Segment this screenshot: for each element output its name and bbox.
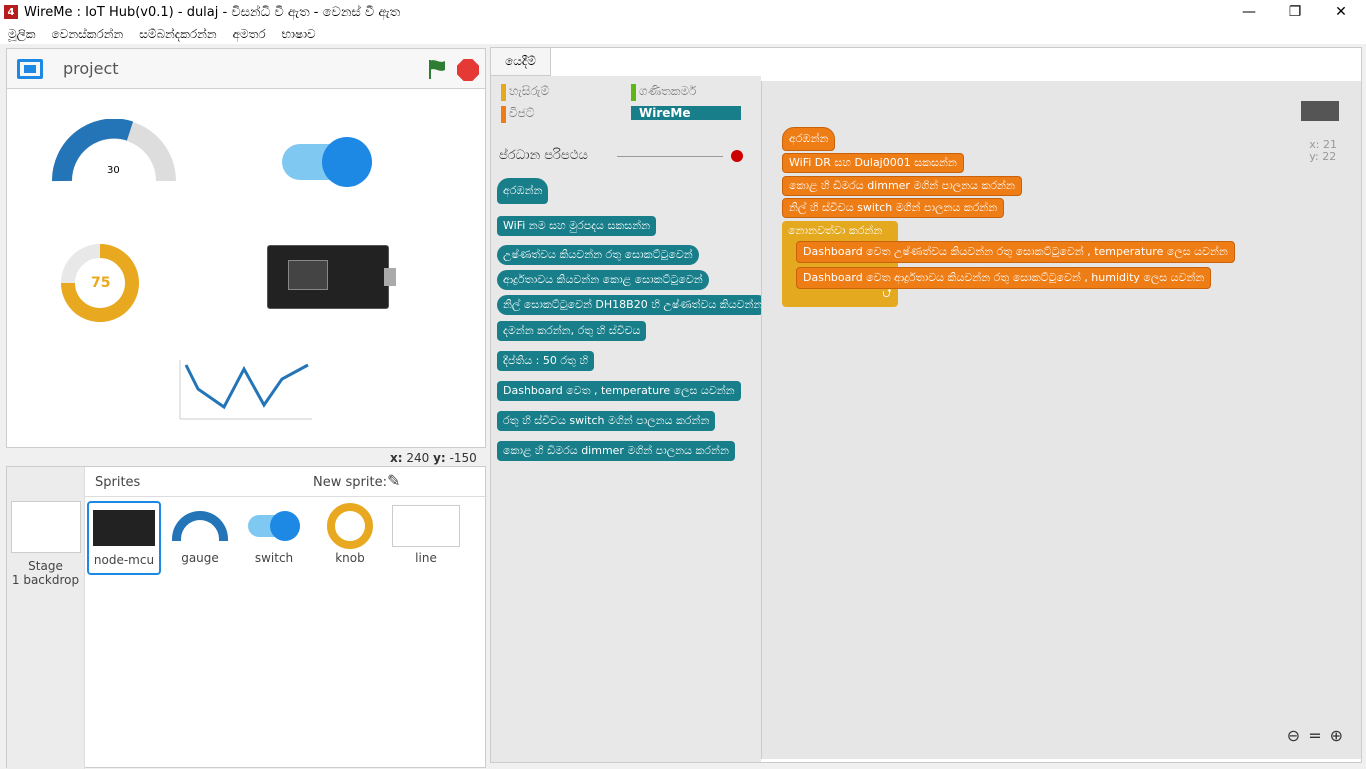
gauge-value: 30 <box>107 165 120 176</box>
palette-block-switch-control[interactable]: රතු හි ස්විචය switch මගින් පාලනය කරන්න <box>497 411 716 431</box>
window-title: WireMe : IoT Hub(v0.1) - dulaj - විසන්ධි… <box>24 4 401 20</box>
palette-block-read-temp[interactable]: උෂ්ණත්වය කියවන්න රතු සොකට්ටුවෙන් <box>497 245 699 265</box>
palette-block-wifi[interactable]: WiFi නම සහ මුරපදය සකසන්න <box>497 216 657 236</box>
zoom-reset-icon[interactable]: = <box>1308 726 1321 745</box>
category-behavior[interactable]: හැසිරුම් <box>501 84 549 101</box>
zoom-in-icon[interactable]: ⊕ <box>1330 726 1343 745</box>
stop-icon[interactable] <box>457 59 479 81</box>
script-block-wifi[interactable]: WiFi DR සහ Dulaj0001 සකසන්න <box>782 153 964 173</box>
canvas-xy: x: 21 y: 22 <box>1309 138 1337 163</box>
palette-block-dimmer-control[interactable]: කොළ හි ඩිමරය dimmer මගින් පාලනය කරන්න <box>497 441 735 461</box>
title-bar: 4 WireMe : IoT Hub(v0.1) - dulaj - විසන්… <box>0 0 1366 24</box>
script-block-send-temp[interactable]: Dashboard වෙත උෂ්ණත්වය කියවන්න රතු සොකට්… <box>796 241 1235 263</box>
palette-block-start[interactable]: අරඹන්න <box>497 178 549 204</box>
palette-block-read-humidity[interactable]: ආර්ද්‍රතාවය කියවන්න කොළ සොකට්ටුවෙන් <box>497 270 709 290</box>
mouse-coords: x: 240 y: -150 <box>390 451 477 465</box>
node-mcu-board[interactable] <box>267 245 396 309</box>
palette-block-dashboard[interactable]: Dashboard වෙත , temperature ලෙස යවන්න <box>497 381 741 401</box>
switch-widget[interactable] <box>282 137 372 187</box>
palette-block-ds18b20[interactable]: නිල් සොකට්ටුවෙන් DH18B20 හි උෂ්ණත්වය කිය… <box>497 295 769 315</box>
green-flag-icon[interactable] <box>427 58 447 80</box>
sprite-gauge[interactable]: gauge <box>163 501 237 565</box>
sprites-panel: Stage 1 backdrop Sprites New sprite: ✎ n… <box>6 466 487 769</box>
menu-bar: මූලික වෙනස්කරන්න සම්බන්දකරන්න අමතර භාෂාව <box>0 24 1366 44</box>
knob-value: 75 <box>91 275 111 291</box>
new-sprite-icon[interactable]: ✎ <box>387 471 400 490</box>
sprites-header: Sprites New sprite: ✎ <box>85 467 487 497</box>
menu-edit[interactable]: වෙනස්කරන්න <box>52 27 124 42</box>
palette-block-brightness[interactable]: දීප්තිය : 50 රතු හි <box>497 351 595 371</box>
zoom-controls: ⊖ = ⊕ <box>1287 726 1343 745</box>
sprite-preview <box>1301 101 1339 121</box>
stage-panel: project 30 75 <box>6 48 486 448</box>
project-name[interactable]: project <box>63 59 119 78</box>
scripts-area: යෙදීම් හැසිරුම් ගණිතකර්ම විජට් WireMe ප්… <box>490 47 1362 763</box>
sprite-switch[interactable]: switch <box>237 501 311 565</box>
stage-header: project <box>7 49 485 89</box>
sprite-line[interactable]: line <box>389 501 463 565</box>
script-canvas[interactable]: x: 21 y: 22 අරඹන්න WiFi DR සහ Dulaj0001 ස… <box>761 81 1361 759</box>
close-button[interactable]: ✕ <box>1318 0 1364 24</box>
palette-block-switch-set[interactable]: දමන්න කරන්න, රතු හි ස්විචය <box>497 321 647 341</box>
fullscreen-icon[interactable] <box>17 58 43 79</box>
script-block-switch[interactable]: නිල් හි ස්විචය switch මගින් පාලනය කරන්න <box>782 198 1005 218</box>
script-block-dimmer[interactable]: කොළ හි ඩිමරය dimmer මගින් පාලනය කරන්න <box>782 176 1022 196</box>
forever-loop[interactable]: නොනවත්වා කරන්න ⮍ <box>782 221 898 307</box>
script-block-send-humidity[interactable]: Dashboard වෙත ආර්ද්‍රතාවය කියවන්න රතු සො… <box>796 267 1212 289</box>
tab-scripts[interactable]: යෙදීම් <box>491 48 551 76</box>
block-palette: හැසිරුම් ගණිතකර්ම විජට් WireMe ප්රධාන පර… <box>491 76 769 762</box>
menu-basic[interactable]: මූලික <box>8 27 36 42</box>
menu-connect[interactable]: සම්බන්දකරන්න <box>139 27 216 42</box>
script-block-start[interactable]: අරඹන්න <box>782 127 836 151</box>
category-widgets[interactable]: විජට් <box>501 106 534 123</box>
minimize-button[interactable]: — <box>1226 0 1272 24</box>
sprite-node-mcu[interactable]: node-mcu <box>87 501 161 575</box>
menu-language[interactable]: භාෂාව <box>282 27 316 42</box>
category-wireme[interactable]: WireMe <box>631 106 741 120</box>
category-math[interactable]: ගණිතකර්ම <box>631 84 696 101</box>
palette-title[interactable]: ප්රධාන පරිපථය <box>499 148 588 163</box>
gauge-widget[interactable] <box>52 119 177 189</box>
sprite-knob[interactable]: knob <box>313 501 387 565</box>
menu-extra[interactable]: අමතර <box>233 27 266 42</box>
line-chart-widget[interactable] <box>172 357 317 432</box>
restore-button[interactable]: ❐ <box>1272 0 1318 24</box>
zoom-out-icon[interactable]: ⊖ <box>1287 726 1300 745</box>
stage-thumbnail[interactable]: Stage 1 backdrop <box>7 467 85 769</box>
app-icon: 4 <box>4 5 18 19</box>
